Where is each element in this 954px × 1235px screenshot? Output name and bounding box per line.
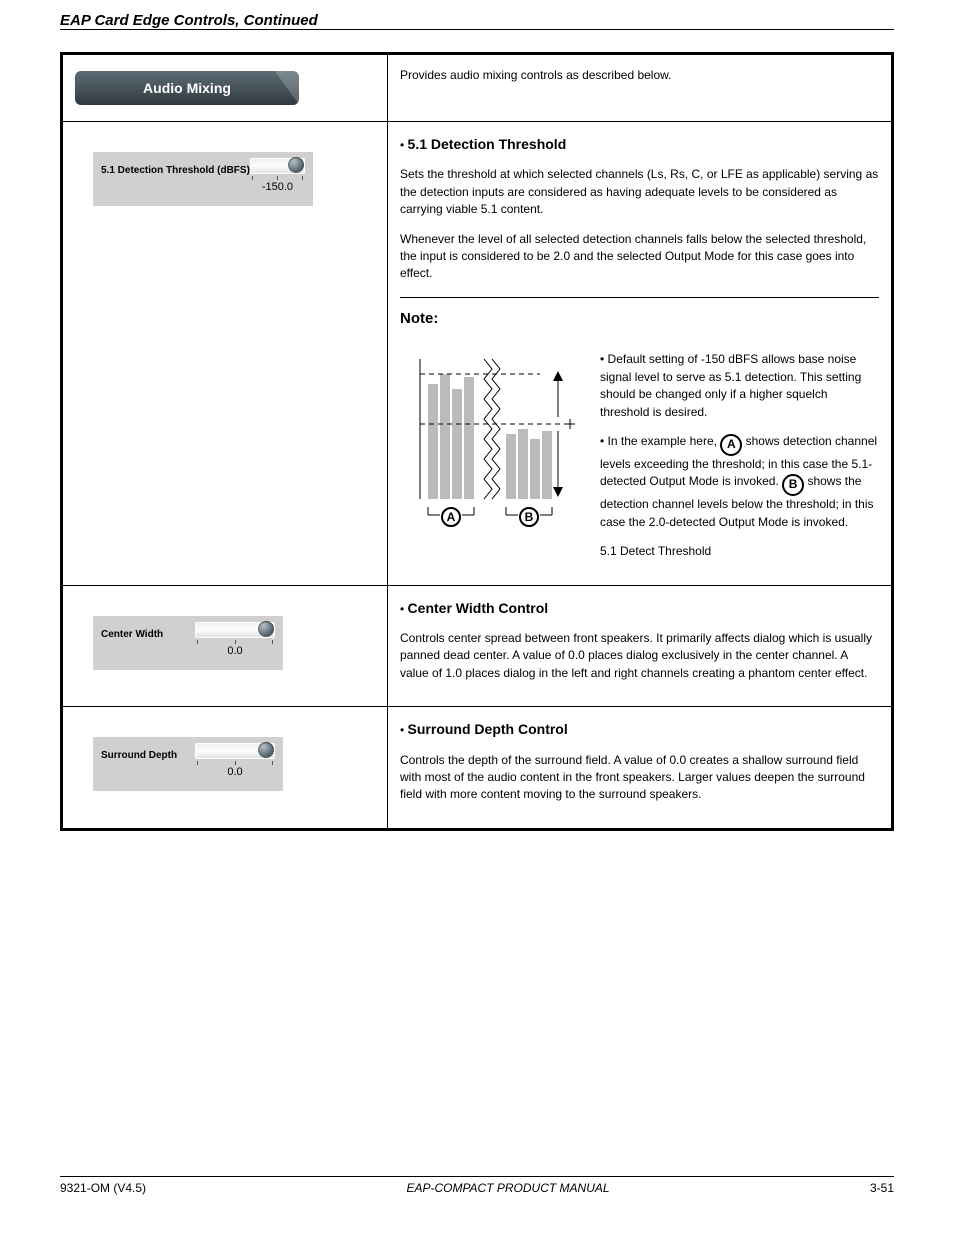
threshold-caption: 5.1 Detect Threshold [600, 544, 711, 558]
center-width-control: Center Width 0.0 [93, 616, 283, 670]
cell-surround-left: Surround Depth 0.0 [62, 707, 388, 830]
threshold-diagram: A B [400, 339, 580, 572]
center-width-slider[interactable] [195, 622, 275, 638]
audio-mixing-desc: Provides audio mixing controls as descri… [400, 68, 671, 82]
audio-mixing-tab: Audio Mixing [75, 71, 299, 105]
slider-knob-icon[interactable] [258, 621, 274, 637]
footer-center: EAP-COMPACT PRODUCT MANUAL [406, 1181, 609, 1195]
cell-audio-mixing-left: Audio Mixing [62, 54, 388, 122]
label-a: A [447, 510, 456, 524]
callout-a-icon: A [720, 434, 742, 456]
threshold-p1: Sets the threshold at which selected cha… [400, 166, 879, 218]
note-rule [400, 297, 879, 298]
page-running-header: EAP Card Edge Controls, Continued [60, 12, 894, 29]
detection-threshold-value: -150.0 [250, 180, 305, 196]
page-footer: 9321-OM (V4.5) EAP-COMPACT PRODUCT MANUA… [60, 1170, 894, 1195]
note-text-block: • Default setting of -150 dBFS allows ba… [600, 339, 879, 572]
footer-page-number: 3-51 [870, 1181, 894, 1195]
cell-surround-right: • Surround Depth Control Controls the de… [388, 707, 893, 830]
surround-depth-title: Surround Depth Control [408, 721, 568, 737]
slider-knob-icon[interactable] [288, 157, 304, 173]
detection-threshold-control: 5.1 Detection Threshold (dBFS) -150.0 [93, 152, 313, 206]
cell-audio-mixing-right: Provides audio mixing controls as descri… [388, 54, 893, 122]
header-rule [60, 29, 894, 30]
cell-threshold-left: 5.1 Detection Threshold (dBFS) -150.0 [62, 122, 388, 586]
controls-table: Audio Mixing Provides audio mixing contr… [60, 52, 894, 831]
surround-depth-value: 0.0 [195, 765, 275, 781]
cell-centerwidth-right: • Center Width Control Controls center s… [388, 585, 893, 707]
threshold-title: 5.1 Detection Threshold [408, 136, 567, 152]
center-width-value: 0.0 [195, 644, 275, 660]
footer-left: 9321-OM (V4.5) [60, 1181, 146, 1195]
center-width-body: Controls center spread between front spe… [400, 630, 879, 682]
cell-centerwidth-left: Center Width 0.0 [62, 585, 388, 707]
center-width-title: Center Width Control [408, 600, 549, 616]
surround-depth-body: Controls the depth of the surround field… [400, 752, 879, 804]
surround-depth-slider[interactable] [195, 743, 275, 759]
callout-b-icon: B [782, 474, 804, 496]
center-width-label: Center Width [101, 622, 163, 643]
note-heading: Note: [400, 310, 438, 327]
cell-threshold-right: • 5.1 Detection Threshold Sets the thres… [388, 122, 893, 586]
detection-threshold-label: 5.1 Detection Threshold (dBFS) [101, 158, 250, 179]
surround-depth-control: Surround Depth 0.0 [93, 737, 283, 791]
threshold-p2: Whenever the level of all selected detec… [400, 231, 879, 283]
surround-depth-label: Surround Depth [101, 743, 177, 764]
slider-knob-icon[interactable] [258, 742, 274, 758]
detection-threshold-slider[interactable] [250, 158, 305, 174]
label-b: B [525, 510, 534, 524]
